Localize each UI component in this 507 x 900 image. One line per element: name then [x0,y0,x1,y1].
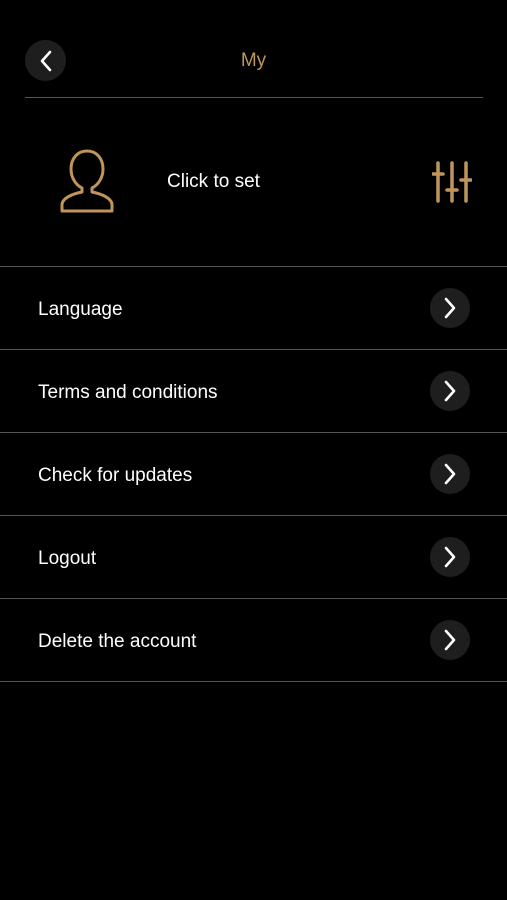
menu-item-delete-account[interactable]: Delete the account [0,598,507,682]
header: My [0,0,507,98]
chevron-right-icon [444,463,456,485]
avatar[interactable] [58,148,116,214]
chevron-right-icon [444,629,456,651]
user-outline-icon [60,149,114,213]
sliders-icon [431,161,473,203]
menu-item-label: Language [38,299,123,320]
menu-item-label: Logout [38,548,97,569]
menu-item-logout[interactable]: Logout [0,515,507,598]
chevron-button[interactable] [430,454,470,494]
chevron-button[interactable] [430,371,470,411]
chevron-right-icon [444,546,456,568]
chevron-button[interactable] [430,537,470,577]
chevron-button[interactable] [430,288,470,328]
profile-set-label[interactable]: Click to set [167,171,260,193]
settings-menu: Language Terms and conditions Check for … [0,266,507,682]
menu-item-terms[interactable]: Terms and conditions [0,349,507,432]
menu-item-label: Check for updates [38,465,193,486]
menu-item-language[interactable]: Language [0,266,507,349]
chevron-button[interactable] [430,620,470,660]
page-title: My [240,50,267,71]
chevron-right-icon [444,297,456,319]
menu-item-check-updates[interactable]: Check for updates [0,432,507,515]
menu-item-label: Terms and conditions [38,382,218,403]
profile-section: Click to set [0,98,507,266]
chevron-right-icon [444,380,456,402]
settings-button[interactable] [431,160,473,204]
menu-item-label: Delete the account [38,631,197,652]
